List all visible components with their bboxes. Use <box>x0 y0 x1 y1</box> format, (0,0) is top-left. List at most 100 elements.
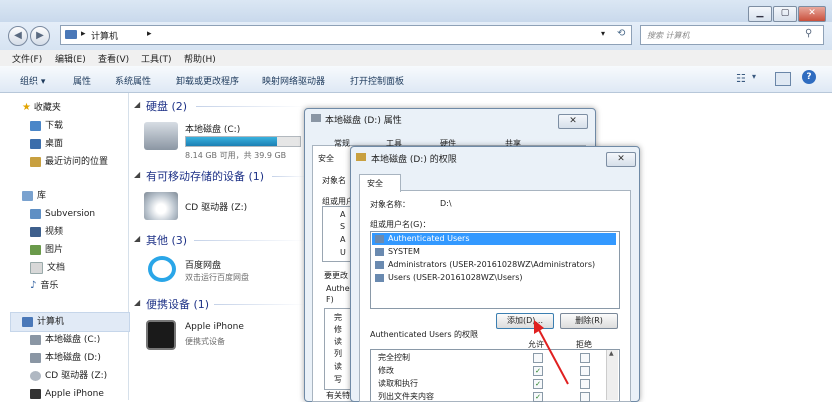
search-placeholder: 搜索 计算机 <box>647 31 690 40</box>
address-bar[interactable]: ▸ 计算机 ▸ ▾ ⟲ <box>60 25 632 45</box>
user-row[interactable]: Users (USER-20161028WZ\Users) <box>372 272 616 284</box>
group-hard-disks[interactable]: 硬盘 (2) <box>146 98 187 114</box>
preview-pane-icon[interactable] <box>775 72 791 86</box>
help-icon[interactable]: ? <box>802 70 816 84</box>
nav-pictures[interactable]: 图片 <box>0 242 128 258</box>
user-name: Authenticated Users <box>388 234 470 243</box>
close-button[interactable]: ✕ <box>798 6 826 22</box>
nav-cd-drive[interactable]: CD 驱动器 (Z:) <box>0 368 128 384</box>
view-options-icon[interactable]: ☷ <box>736 72 746 85</box>
system-properties-button[interactable]: 系统属性 <box>115 74 151 87</box>
star-icon: ★ <box>22 102 31 113</box>
open-control-panel-button[interactable]: 打开控制面板 <box>350 74 404 87</box>
lock-folder-icon <box>356 153 366 161</box>
hard-drive-icon <box>30 334 41 345</box>
iphone-device-icon[interactable] <box>146 320 176 350</box>
permission-row-label: 列出文件夹内容 <box>378 392 434 401</box>
group-removable[interactable]: 有可移动存储的设备 (1) <box>146 168 264 184</box>
nav-music[interactable]: ♪ 音乐 <box>0 278 128 294</box>
cd-drive-icon <box>30 370 41 381</box>
back-arrow-icon: ◀ <box>14 30 22 41</box>
properties-button[interactable]: 属性 <box>73 74 91 87</box>
user-row[interactable]: SYSTEM <box>372 246 616 258</box>
collapse-arrow-icon[interactable]: ◢ <box>134 234 140 243</box>
tab-general[interactable]: 常规 <box>334 138 350 149</box>
collapse-arrow-icon[interactable]: ◢ <box>134 298 140 307</box>
baidu-netdisk-icon[interactable] <box>148 256 176 282</box>
nav-drive-c[interactable]: 本地磁盘 (C:) <box>0 332 128 348</box>
change-label-behind: 要更改 <box>324 271 348 280</box>
dropdown-icon[interactable]: ▾ <box>601 29 605 38</box>
annotation-arrow-shaft <box>537 327 569 385</box>
nav-recent[interactable]: 最近访问的位置 <box>0 154 128 170</box>
window-titlebar <box>0 0 832 22</box>
nav-libraries[interactable]: 库 <box>0 188 128 204</box>
allow-checkbox[interactable]: ✓ <box>533 392 543 402</box>
forward-button[interactable]: ▶ <box>30 26 50 46</box>
cd-drive-name[interactable]: CD 驱动器 (Z:) <box>185 200 247 213</box>
permission-row-label: 完全控制 <box>378 353 410 362</box>
organize-button[interactable]: 组织 ▾ <box>20 74 45 87</box>
deny-checkbox[interactable] <box>580 366 590 376</box>
scroll-up-icon[interactable]: ▲ <box>609 350 614 357</box>
nav-computer[interactable]: 计算机 <box>0 314 128 330</box>
tab-security[interactable]: 安全 <box>359 174 401 192</box>
menu-help[interactable]: 帮助(H) <box>184 52 216 65</box>
back-button[interactable]: ◀ <box>8 26 28 46</box>
group-divider <box>194 240 306 241</box>
search-box[interactable]: 搜索 计算机 ⚲ <box>640 25 824 45</box>
group-divider <box>214 304 306 305</box>
deny-checkbox[interactable] <box>580 379 590 389</box>
tab-security-behind[interactable]: 安全 <box>318 153 334 164</box>
user-row-selected[interactable]: Authenticated Users <box>372 233 616 245</box>
nav-subversion[interactable]: Subversion <box>0 206 128 222</box>
menu-file[interactable]: 文件(F) <box>12 52 42 65</box>
nav-drive-d[interactable]: 本地磁盘 (D:) <box>0 350 128 366</box>
drive-c-name[interactable]: 本地磁盘 (C:) <box>185 122 240 135</box>
drive-c-usage-bar <box>185 136 301 147</box>
video-library-icon <box>30 226 41 237</box>
properties-title: 本地磁盘 (D:) 属性 <box>325 116 402 126</box>
library-icon <box>22 190 33 201</box>
document-library-icon <box>30 261 43 274</box>
maximize-button[interactable]: ▢ <box>773 6 797 22</box>
iphone-name[interactable]: Apple iPhone <box>185 322 244 332</box>
permissions-close-button[interactable]: ✕ <box>606 152 636 167</box>
minimize-button[interactable]: ▁ <box>748 6 772 22</box>
user-row[interactable]: Administrators (USER-20161028WZ\Administ… <box>372 259 616 271</box>
music-icon: ♪ <box>30 280 37 291</box>
menu-tools[interactable]: 工具(T) <box>141 52 172 65</box>
permission-list-scrollbar[interactable]: ▲ <box>606 350 618 400</box>
baidu-netdisk-name[interactable]: 百度网盘 <box>185 258 221 271</box>
collapse-arrow-icon[interactable]: ◢ <box>134 100 140 109</box>
group-portable-devices[interactable]: 便携设备 (1) <box>146 296 209 312</box>
deny-checkbox[interactable] <box>580 392 590 402</box>
deny-checkbox[interactable] <box>580 353 590 363</box>
nav-documents[interactable]: 文档 <box>0 260 128 276</box>
address-arrow-icon: ▸ <box>81 29 86 39</box>
object-name-label: 对象名称： <box>370 200 410 209</box>
search-icon[interactable]: ⚲ <box>805 28 812 39</box>
group-other[interactable]: 其他 (3) <box>146 232 187 248</box>
hard-drive-c-icon[interactable] <box>144 122 178 150</box>
cd-drive-icon[interactable] <box>144 192 178 220</box>
refresh-icon[interactable]: ⟲ <box>617 28 625 39</box>
map-network-drive-button[interactable]: 映射网络驱动器 <box>262 74 325 87</box>
user-name: Users (USER-20161028WZ\Users) <box>388 273 523 282</box>
hard-drive-icon <box>30 352 41 363</box>
nav-desktop[interactable]: 桌面 <box>0 136 128 152</box>
uninstall-program-button[interactable]: 卸载或更改程序 <box>176 74 239 87</box>
properties-close-button[interactable]: ✕ <box>558 114 588 129</box>
view-dropdown-icon[interactable]: ▾ <box>752 72 756 81</box>
annotation-arrow <box>534 320 569 385</box>
menu-edit[interactable]: 编辑(E) <box>55 52 86 65</box>
menu-view[interactable]: 查看(V) <box>98 52 129 65</box>
nav-favorites[interactable]: ★ 收藏夹 <box>0 100 128 116</box>
nav-downloads[interactable]: 下载 <box>0 118 128 134</box>
computer-icon <box>65 30 77 39</box>
nav-videos[interactable]: 视频 <box>0 224 128 240</box>
computer-icon <box>22 316 33 327</box>
baidu-netdisk-desc: 双击运行百度网盘 <box>185 273 249 282</box>
collapse-arrow-icon[interactable]: ◢ <box>134 170 140 179</box>
user-name: Administrators (USER-20161028WZ\Administ… <box>388 260 596 269</box>
